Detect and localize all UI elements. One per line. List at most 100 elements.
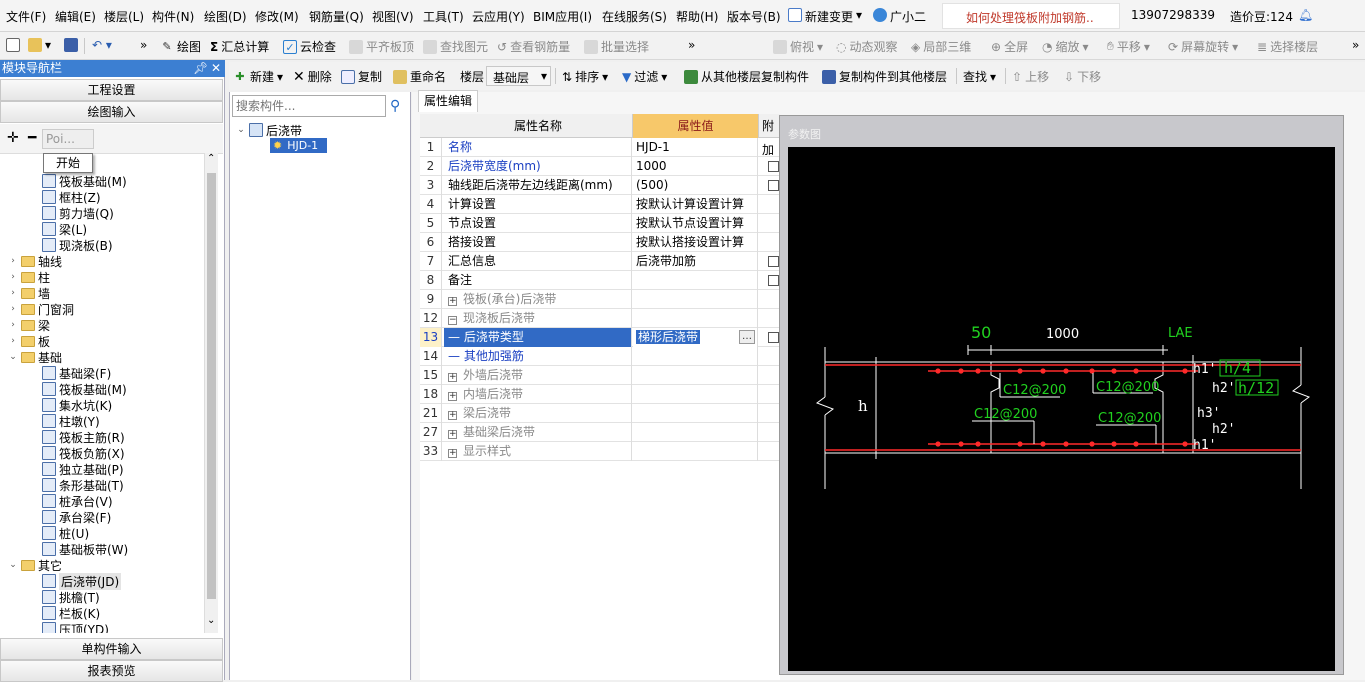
cloud-check-button[interactable]: ✓ 云检查 xyxy=(283,38,336,55)
expand-icon[interactable]: + xyxy=(448,392,457,401)
scroll-up-icon[interactable]: ⌃ xyxy=(207,153,215,164)
property-value[interactable]: 后浇带加筋 xyxy=(633,252,758,271)
tree-item-21[interactable]: 桩承台(V) xyxy=(42,493,113,509)
property-value[interactable] xyxy=(633,271,758,290)
guangxiaoer-button[interactable]: 广小二 xyxy=(873,8,926,25)
menu-help[interactable]: 帮助(H) xyxy=(676,8,718,25)
menu-floor[interactable]: 楼层(L) xyxy=(104,8,144,25)
tree-item-27[interactable]: 挑檐(T) xyxy=(42,589,100,605)
property-row[interactable]: 6 搭接设置 按默认搭接设置计算 xyxy=(420,233,780,252)
new-button[interactable]: ✚ 新建 ▾ xyxy=(233,68,283,85)
more-chevron-icon-2[interactable]: » xyxy=(688,38,695,52)
tree-item-8[interactable]: › 墙 xyxy=(8,285,50,301)
menu-rebar-qty[interactable]: 钢筋量(Q) xyxy=(309,8,364,25)
tree-item-16[interactable]: 柱墩(Y) xyxy=(42,413,100,429)
expand-icon[interactable]: + xyxy=(448,297,457,306)
menu-bim[interactable]: BIM应用(I) xyxy=(533,8,592,25)
menu-component[interactable]: 构件(N) xyxy=(152,8,194,25)
tree-item-24[interactable]: 基础板带(W) xyxy=(42,541,128,557)
property-value[interactable]: (500) xyxy=(633,176,758,195)
close-icon[interactable]: ✕ xyxy=(211,60,221,77)
dynamic-view-button[interactable]: ◌ 动态观察 xyxy=(836,38,898,55)
draw-button[interactable]: ✎ 绘图 xyxy=(160,38,201,55)
project-settings-button[interactable]: 工程设置 xyxy=(0,79,223,101)
single-component-input-button[interactable]: 单构件输入 xyxy=(0,638,223,660)
search-input[interactable] xyxy=(232,95,386,117)
question-tab[interactable]: 如何处理筏板附加钢筋.. xyxy=(942,3,1120,29)
property-row[interactable]: 27 + 基础梁后浇带 xyxy=(420,423,780,442)
property-row[interactable]: 5 节点设置 按默认节点设置计算 xyxy=(420,214,780,233)
open-file-icon[interactable]: ▾ xyxy=(28,38,51,52)
floor-select[interactable]: 基础层 ▾ xyxy=(486,66,551,86)
chevron-right-icon[interactable]: › xyxy=(8,304,18,314)
property-row[interactable]: 9 + 筏板(承台)后浇带 xyxy=(420,290,780,309)
tree-item-26[interactable]: 后浇带(JD) xyxy=(42,572,122,590)
property-value[interactable] xyxy=(633,366,758,385)
new-file-icon[interactable] xyxy=(6,38,20,52)
menu-edit[interactable]: 编辑(E) xyxy=(55,8,96,25)
tree-item-25[interactable]: ⌄ 其它 xyxy=(8,557,62,573)
property-row[interactable]: 33 + 显示样式 xyxy=(420,442,780,461)
search-icon[interactable]: ⚲ xyxy=(390,98,400,114)
scroll-thumb[interactable] xyxy=(207,173,216,599)
start-popup-item[interactable]: 开始 xyxy=(43,153,93,173)
property-value[interactable] xyxy=(633,347,758,366)
user-phone[interactable]: 13907298339 xyxy=(1131,8,1215,22)
property-row[interactable]: 1 名称 HJD-1 xyxy=(420,138,780,157)
tree-item-14[interactable]: 筏板基础(M) xyxy=(42,381,127,397)
expand-all-icon[interactable]: ✛ xyxy=(7,130,19,146)
new-change-button[interactable]: 新建变更 ▾ xyxy=(788,8,862,25)
tree-item-15[interactable]: 集水坑(K) xyxy=(42,397,112,413)
report-preview-button[interactable]: 报表预览 xyxy=(0,660,223,682)
tree-item-23[interactable]: 桩(U) xyxy=(42,525,89,541)
menu-version[interactable]: 版本号(B) xyxy=(727,8,781,25)
property-row[interactable]: 3 轴线距后浇带左边线距离(mm) (500) xyxy=(420,176,780,195)
property-value[interactable]: 按默认节点设置计算 xyxy=(633,214,758,233)
find-button[interactable]: 查找 ▾ xyxy=(963,68,996,85)
expand-icon[interactable]: + xyxy=(448,411,457,420)
chevron-right-icon[interactable]: › xyxy=(8,256,18,266)
view-rebar-button[interactable]: ↺ 查看钢筋量 xyxy=(497,38,570,55)
tree-item-11[interactable]: › 板 xyxy=(8,333,50,349)
property-value[interactable] xyxy=(633,423,758,442)
property-row[interactable]: 21 + 梁后浇带 xyxy=(420,404,780,423)
ellipsis-button[interactable]: … xyxy=(739,330,755,344)
property-value[interactable]: 按默认搭接设置计算 xyxy=(633,233,758,252)
screen-rotate-button[interactable]: ⟳ 屏幕旋转 ▾ xyxy=(1168,38,1238,55)
tree-item-20[interactable]: 条形基础(T) xyxy=(42,477,124,493)
expand-icon[interactable]: + xyxy=(448,449,457,458)
scroll-down-icon[interactable]: ⌄ xyxy=(207,615,215,626)
property-value[interactable] xyxy=(633,404,758,423)
tree-item-19[interactable]: 独立基础(P) xyxy=(42,461,124,477)
property-row[interactable]: 14 — 其他加强筋 xyxy=(420,347,780,366)
zoom-button[interactable]: ◔ 缩放 ▾ xyxy=(1042,38,1089,55)
expand-icon[interactable]: + xyxy=(448,373,457,382)
property-value[interactable]: HJD-1 xyxy=(633,138,758,157)
sort-button[interactable]: ⇅ 排序 ▾ xyxy=(562,68,608,85)
copy-button[interactable]: 复制 xyxy=(341,68,382,85)
pan-button[interactable]: ✋︎ 平移 ▾ xyxy=(1107,38,1150,55)
tree-item-3[interactable]: 剪力墙(Q) xyxy=(42,205,114,221)
tree-item-1[interactable]: 筏板基础(M) xyxy=(42,173,127,189)
collapse-all-icon[interactable]: ━ xyxy=(28,130,36,146)
flat-top-button[interactable]: 平齐板顶 xyxy=(349,38,414,55)
expand-icon[interactable]: + xyxy=(448,430,457,439)
menu-file[interactable]: 文件(F) xyxy=(6,8,46,25)
tree-item-9[interactable]: › 门窗洞 xyxy=(8,301,74,317)
extra-checkbox[interactable] xyxy=(768,332,779,343)
tree-item-2[interactable]: 框柱(Z) xyxy=(42,189,101,205)
collapse-icon[interactable]: − xyxy=(448,316,457,325)
menu-online[interactable]: 在线服务(S) xyxy=(602,8,667,25)
bell-icon[interactable]: 🔔︎ xyxy=(1298,8,1313,22)
filter-button[interactable]: ▼ 过滤 ▾ xyxy=(622,68,667,85)
tree-item-7[interactable]: › 柱 xyxy=(8,269,50,285)
local-3d-button[interactable]: ◈ 局部三维 xyxy=(911,38,971,55)
move-down-button[interactable]: ⇩ 下移 xyxy=(1064,68,1101,85)
property-row[interactable]: 13— 后浇带类型 梯形后浇带… xyxy=(420,328,780,347)
copy-from-floor-button[interactable]: 从其他楼层复制构件 xyxy=(684,68,809,85)
property-row[interactable]: 2 后浇带宽度(mm) 1000 xyxy=(420,157,780,176)
property-value[interactable] xyxy=(633,442,758,461)
property-value[interactable] xyxy=(633,385,758,404)
tree-item-17[interactable]: 筏板主筋(R) xyxy=(42,429,125,445)
tab-property-edit[interactable]: 属性编辑 xyxy=(418,90,478,112)
